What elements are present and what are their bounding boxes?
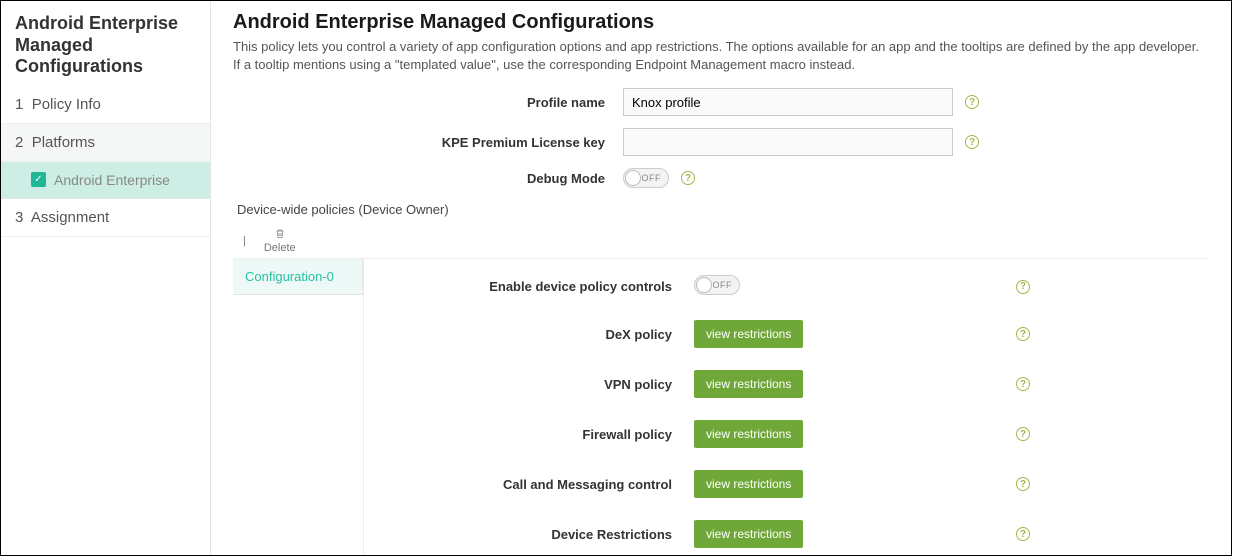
help-icon[interactable]: ? — [1016, 527, 1030, 541]
section-label: Device-wide policies (Device Owner) — [237, 202, 1209, 217]
help-icon[interactable]: ? — [965, 95, 979, 109]
profile-name-input[interactable] — [623, 88, 953, 116]
toggle-knob — [696, 277, 712, 293]
toolbar: | Delete — [233, 227, 1209, 258]
enable-controls-label: Enable device policy controls — [364, 279, 694, 294]
help-icon[interactable]: ? — [1016, 327, 1030, 341]
nav-android-enterprise[interactable]: ✓ Android Enterprise — [1, 162, 210, 199]
dex-view-button[interactable]: view restrictions — [694, 320, 803, 348]
toggle-text: OFF — [642, 173, 662, 183]
firewall-view-button[interactable]: view restrictions — [694, 420, 803, 448]
delete-button[interactable]: Delete — [264, 227, 296, 254]
config-body: Enable device policy controls OFF ? DeX … — [363, 259, 1209, 555]
nav-number: 3 — [15, 209, 23, 226]
debug-mode-label: Debug Mode — [233, 171, 623, 186]
nav-label: Policy Info — [32, 96, 101, 113]
nav-number: 2 — [15, 134, 23, 151]
help-icon[interactable]: ? — [965, 135, 979, 149]
help-icon[interactable]: ? — [681, 171, 695, 185]
call-messaging-label: Call and Messaging control — [364, 477, 694, 492]
nav-assignment[interactable]: 3 Assignment — [1, 199, 210, 237]
debug-mode-toggle[interactable]: OFF — [623, 168, 669, 188]
vpn-policy-label: VPN policy — [364, 377, 694, 392]
nav-policy-info[interactable]: 1 Policy Info — [1, 86, 210, 124]
help-icon[interactable]: ? — [1016, 280, 1030, 294]
toggle-knob — [625, 170, 641, 186]
enable-controls-toggle[interactable]: OFF — [694, 275, 740, 295]
device-restrictions-view-button[interactable]: view restrictions — [694, 520, 803, 548]
device-restrictions-label: Device Restrictions — [364, 527, 694, 542]
dex-policy-label: DeX policy — [364, 327, 694, 342]
sidebar-title: Android Enterprise Managed Configuration… — [1, 1, 210, 86]
configuration-tab-0[interactable]: Configuration-0 — [233, 259, 363, 295]
firewall-policy-label: Firewall policy — [364, 427, 694, 442]
toggle-text: OFF — [713, 280, 733, 290]
help-icon[interactable]: ? — [1016, 477, 1030, 491]
license-key-input[interactable] — [623, 128, 953, 156]
nav-number: 1 — [15, 96, 23, 113]
sidebar: Android Enterprise Managed Configuration… — [1, 1, 211, 555]
page-title: Android Enterprise Managed Configuration… — [233, 11, 1209, 34]
nav-label: Platforms — [32, 134, 95, 151]
delete-label: Delete — [264, 242, 296, 254]
toolbar-divider: | — [243, 235, 246, 247]
profile-name-label: Profile name — [233, 95, 623, 110]
license-key-label: KPE Premium License key — [233, 135, 623, 150]
vpn-view-button[interactable]: view restrictions — [694, 370, 803, 398]
check-icon: ✓ — [31, 172, 46, 187]
help-icon[interactable]: ? — [1016, 377, 1030, 391]
main-content: Android Enterprise Managed Configuration… — [211, 1, 1231, 555]
trash-icon — [274, 227, 286, 240]
page-description: This policy lets you control a variety o… — [233, 38, 1209, 74]
config-tabs: Configuration-0 — [233, 259, 363, 555]
nav-label: Assignment — [31, 209, 109, 226]
call-messaging-view-button[interactable]: view restrictions — [694, 470, 803, 498]
nav-platforms[interactable]: 2 Platforms — [1, 124, 210, 162]
nav-sub-label: Android Enterprise — [54, 172, 170, 188]
help-icon[interactable]: ? — [1016, 427, 1030, 441]
